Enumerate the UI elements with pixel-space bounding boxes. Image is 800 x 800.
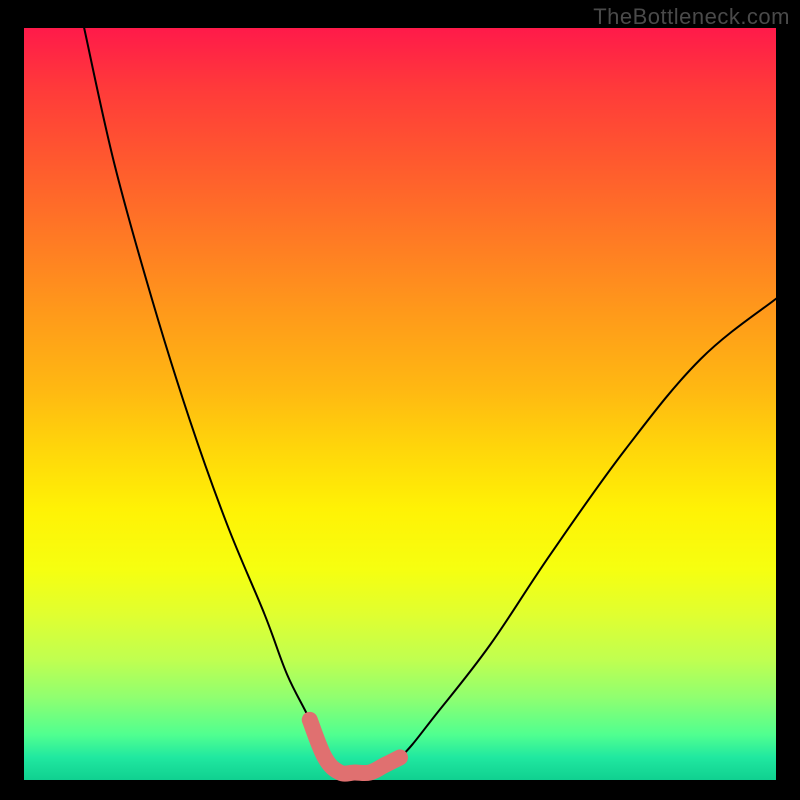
- watermark-text: TheBottleneck.com: [593, 4, 790, 30]
- curve-svg: [24, 28, 776, 780]
- bottleneck-curve-path: [84, 28, 776, 775]
- optimal-zone-highlight: [310, 720, 400, 774]
- plot-area: [24, 28, 776, 780]
- chart-container: TheBottleneck.com: [0, 0, 800, 800]
